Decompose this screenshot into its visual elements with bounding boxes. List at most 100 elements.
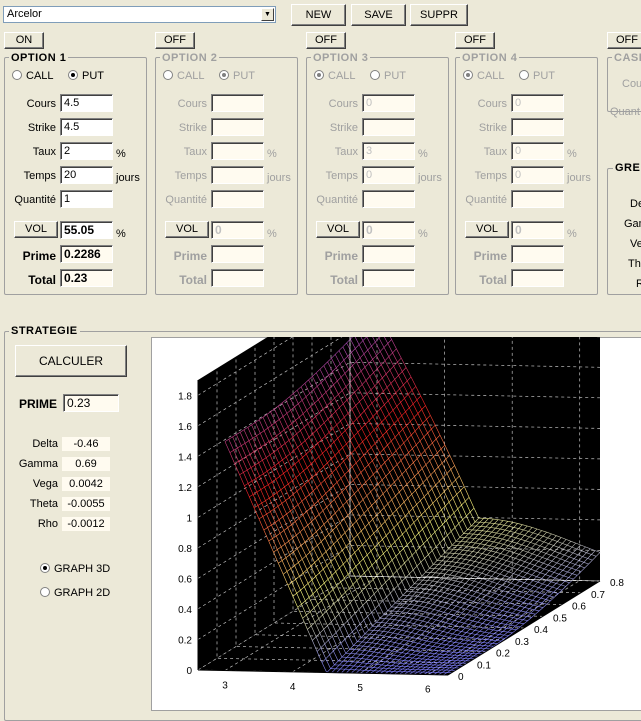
- option1-strike-input[interactable]: 4.5: [60, 118, 113, 136]
- option1-vol-button[interactable]: VOL: [14, 221, 58, 238]
- strategie-title: STRATEGIE: [9, 325, 80, 337]
- option1-put-radio[interactable]: PUT: [68, 70, 104, 82]
- z-tick-label: 1: [186, 513, 192, 524]
- option1-vol-input[interactable]: 55.05: [60, 221, 113, 239]
- option3-put-radio[interactable]: PUT: [370, 70, 406, 82]
- option1-taux-unit: %: [116, 148, 126, 160]
- option1-title: OPTION 1: [9, 52, 68, 64]
- z-tick-label: 1.8: [178, 391, 192, 402]
- option3-toggle-button[interactable]: OFF: [306, 32, 346, 49]
- option3-prime-value: [362, 245, 415, 263]
- option4-quantite-input[interactable]: [511, 190, 564, 208]
- greeks-delta-label: De: [630, 198, 641, 210]
- option3-quantite-input[interactable]: [362, 190, 415, 208]
- z-tick-label: 0.8: [178, 544, 192, 555]
- option4-toggle-button[interactable]: OFF: [455, 32, 495, 49]
- option4-vol-button[interactable]: VOL: [465, 221, 509, 238]
- option2-strike-label: Strike: [151, 122, 207, 134]
- option1-prime-label: Prime: [0, 249, 56, 263]
- radio-dot-icon: [68, 70, 78, 80]
- option2-taux-unit: %: [267, 148, 277, 160]
- x-tick-label: 4: [290, 682, 296, 693]
- option4-vol-unit: %: [567, 228, 577, 240]
- option4-taux-input[interactable]: 0: [511, 142, 564, 160]
- underlying-combobox[interactable]: Arcelor ▼: [3, 6, 276, 23]
- radio-dot-icon: [219, 70, 229, 80]
- option2-vol-button[interactable]: VOL: [165, 221, 209, 238]
- greek-delta-value: -0.46: [62, 437, 110, 451]
- delete-button[interactable]: SUPPR: [410, 4, 468, 26]
- option1-taux-input[interactable]: 2: [60, 142, 113, 160]
- option2-taux-input[interactable]: [211, 142, 264, 160]
- greek-theta-label: Theta: [6, 497, 58, 511]
- radio-dot-icon: [463, 70, 473, 80]
- x-tick-label: 6: [425, 685, 431, 696]
- z-tick-label: 1.4: [178, 452, 192, 463]
- radio-dot-icon: [12, 70, 22, 80]
- option4-temps-input[interactable]: 0: [511, 166, 564, 184]
- option2-vol-input[interactable]: 0: [211, 221, 264, 239]
- save-button[interactable]: SAVE: [351, 4, 406, 26]
- greek-rho-value: -0.0012: [62, 517, 110, 531]
- option4-temps-label: Temps: [451, 170, 507, 182]
- option3-title: OPTION 3: [311, 52, 370, 64]
- option2-strike-input[interactable]: [211, 118, 264, 136]
- y-tick-label: 0: [458, 672, 464, 683]
- option1-cours-input[interactable]: 4.5: [60, 94, 113, 112]
- chevron-down-icon[interactable]: ▼: [261, 8, 274, 21]
- option2-put-radio[interactable]: PUT: [219, 70, 255, 82]
- greek-theta-value: -0.0055: [62, 497, 110, 511]
- option3-vol-unit: %: [418, 228, 428, 240]
- option1-cours-label: Cours: [0, 98, 56, 110]
- cash-quantite-label: Quant: [610, 106, 640, 118]
- option4-title: OPTION 4: [460, 52, 519, 64]
- option4-cours-input[interactable]: 0: [511, 94, 564, 112]
- option3-taux-label: Taux: [302, 146, 358, 158]
- cash-toggle-button[interactable]: OFF: [607, 32, 641, 49]
- option4-put-radio[interactable]: PUT: [519, 70, 555, 82]
- graph3d-radio[interactable]: GRAPH 3D: [40, 563, 110, 575]
- option4-call-radio[interactable]: CALL: [463, 70, 505, 82]
- option3-temps-label: Temps: [302, 170, 358, 182]
- option2-quantite-input[interactable]: [211, 190, 264, 208]
- z-tick-label: 0.2: [178, 635, 192, 646]
- option2-cours-input[interactable]: [211, 94, 264, 112]
- y-tick-label: 0.7: [591, 590, 605, 601]
- option3-vol-input[interactable]: 0: [362, 221, 415, 239]
- prime-label: PRIME: [19, 397, 57, 411]
- option3-temps-unit: jours: [418, 172, 442, 184]
- option3-strike-input[interactable]: [362, 118, 415, 136]
- option3-taux-unit: %: [418, 148, 428, 160]
- option1-toggle-button[interactable]: ON: [4, 32, 44, 49]
- greek-delta-label: Delta: [6, 437, 58, 451]
- option2-toggle-button[interactable]: OFF: [155, 32, 195, 49]
- y-tick-label: 0.8: [610, 578, 624, 589]
- option1-quantite-input[interactable]: 1: [60, 190, 113, 208]
- new-button[interactable]: NEW: [291, 4, 346, 26]
- option2-title: OPTION 2: [160, 52, 219, 64]
- graph2d-radio[interactable]: GRAPH 2D: [40, 587, 110, 599]
- option1-temps-input[interactable]: 20: [60, 166, 113, 184]
- calculer-button[interactable]: CALCULER: [15, 345, 127, 377]
- option2-call-radio[interactable]: CALL: [163, 70, 205, 82]
- option3-call-radio[interactable]: CALL: [314, 70, 356, 82]
- option3-cours-input[interactable]: 0: [362, 94, 415, 112]
- put-label: PUT: [533, 70, 555, 82]
- y-tick-label: 0.3: [515, 637, 529, 648]
- put-label: PUT: [82, 70, 104, 82]
- option4-total-label: Total: [451, 273, 507, 287]
- option3-taux-input[interactable]: 3: [362, 142, 415, 160]
- cash-title: CASH: [612, 52, 641, 64]
- y-tick-label: 0.6: [572, 602, 586, 613]
- option4-vol-input[interactable]: 0: [511, 221, 564, 239]
- option4-prime-label: Prime: [451, 249, 507, 263]
- option1-taux-label: Taux: [0, 146, 56, 158]
- option1-call-radio[interactable]: CALL: [12, 70, 54, 82]
- option3-temps-input[interactable]: 0: [362, 166, 415, 184]
- option2-temps-input[interactable]: [211, 166, 264, 184]
- option3-vol-button[interactable]: VOL: [316, 221, 360, 238]
- option3-total-label: Total: [302, 273, 358, 287]
- radio-dot-icon: [40, 587, 50, 597]
- option4-strike-input[interactable]: [511, 118, 564, 136]
- option4-temps-unit: jours: [567, 172, 591, 184]
